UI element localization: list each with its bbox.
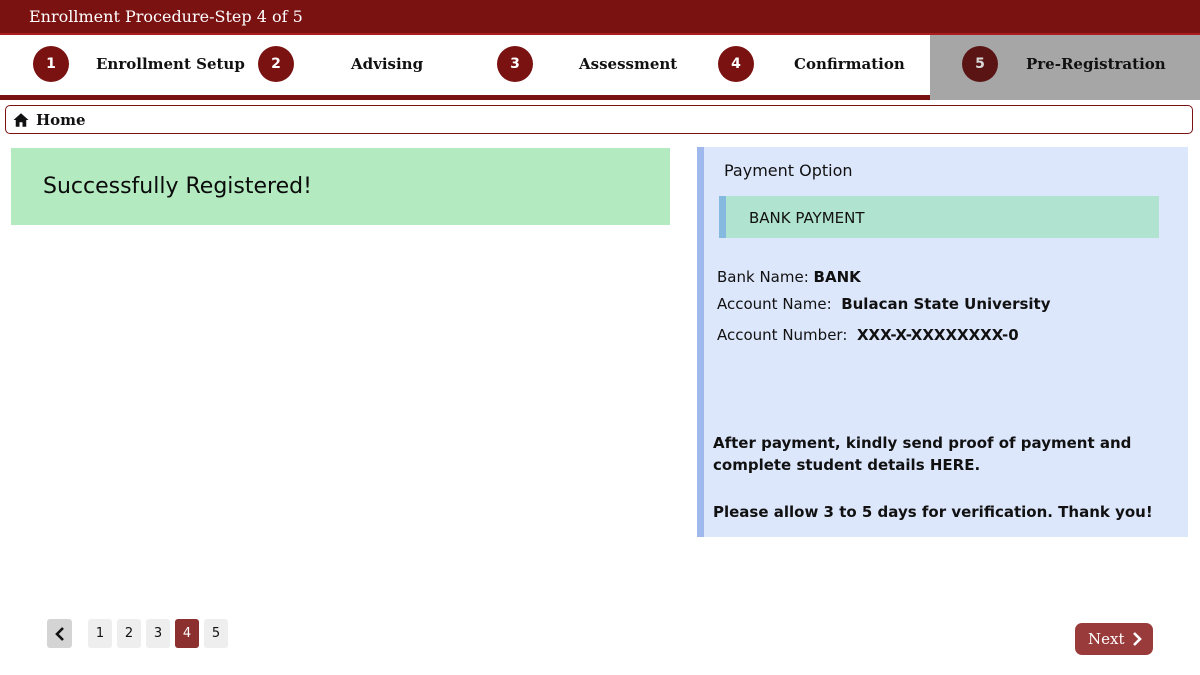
step-4-number[interactable]: 4 [718,46,754,82]
page-5-button[interactable]: 5 [204,619,228,648]
step-1-number[interactable]: 1 [33,46,69,82]
page-1-button[interactable]: 1 [88,619,112,648]
procedure-title-bar: Enrollment Procedure-Step 4 of 5 [0,0,1200,35]
bank-name-label: Bank Name: [717,268,809,286]
payment-method-label: BANK PAYMENT [749,209,865,227]
step-3-label[interactable]: Assessment [579,55,677,73]
step-progress-bar: 1 Enrollment Setup 2 Advising 3 Assessme… [0,35,1200,100]
chevron-left-icon [54,626,64,641]
proof-of-payment-note[interactable]: After payment, kindly send proof of paym… [713,432,1183,476]
page-2-button[interactable]: 2 [117,619,141,648]
next-button-label: Next [1088,630,1125,648]
next-button[interactable]: Next [1075,623,1153,655]
bank-name-row: Bank Name: BANK [717,268,861,286]
home-icon [13,112,29,127]
page-4-button[interactable]: 4 [175,619,199,648]
breadcrumb[interactable]: Home [5,105,1193,134]
payment-option-title: Payment Option [724,161,853,180]
account-name-label: Account Name: [717,295,832,313]
bank-name-value: BANK [813,268,861,286]
account-number-label: Account Number: [717,326,848,344]
account-name-value: Bulacan State University [841,295,1051,313]
step-2-label[interactable]: Advising [351,55,423,73]
step-1-label[interactable]: Enrollment Setup [96,55,245,73]
previous-page-button[interactable] [47,619,72,648]
procedure-title: Enrollment Procedure-Step 4 of 5 [29,7,303,26]
chevron-right-icon [1133,632,1142,646]
account-name-row: Account Name: Bulacan State University [717,295,1051,313]
success-alert: Successfully Registered! [11,148,670,225]
payment-method-badge: BANK PAYMENT [719,196,1159,238]
step-5-label[interactable]: Pre-Registration [1026,55,1166,73]
step-3-number[interactable]: 3 [497,46,533,82]
page-3-button[interactable]: 3 [146,619,170,648]
breadcrumb-home-link[interactable]: Home [36,111,86,129]
step-4-label[interactable]: Confirmation [794,55,905,73]
account-number-value: XXX-X-XXXXXXXX-0 [856,326,1019,344]
verification-note: Please allow 3 to 5 days for verificatio… [713,503,1153,521]
step-5-number[interactable]: 5 [962,46,998,82]
steps-divider [0,95,930,100]
payment-option-panel: Payment Option BANK PAYMENT Bank Name: B… [697,147,1188,537]
success-message: Successfully Registered! [43,174,312,199]
account-number-row: Account Number: XXX-X-XXXXXXXX-0 [717,326,1019,344]
step-2-number[interactable]: 2 [258,46,294,82]
